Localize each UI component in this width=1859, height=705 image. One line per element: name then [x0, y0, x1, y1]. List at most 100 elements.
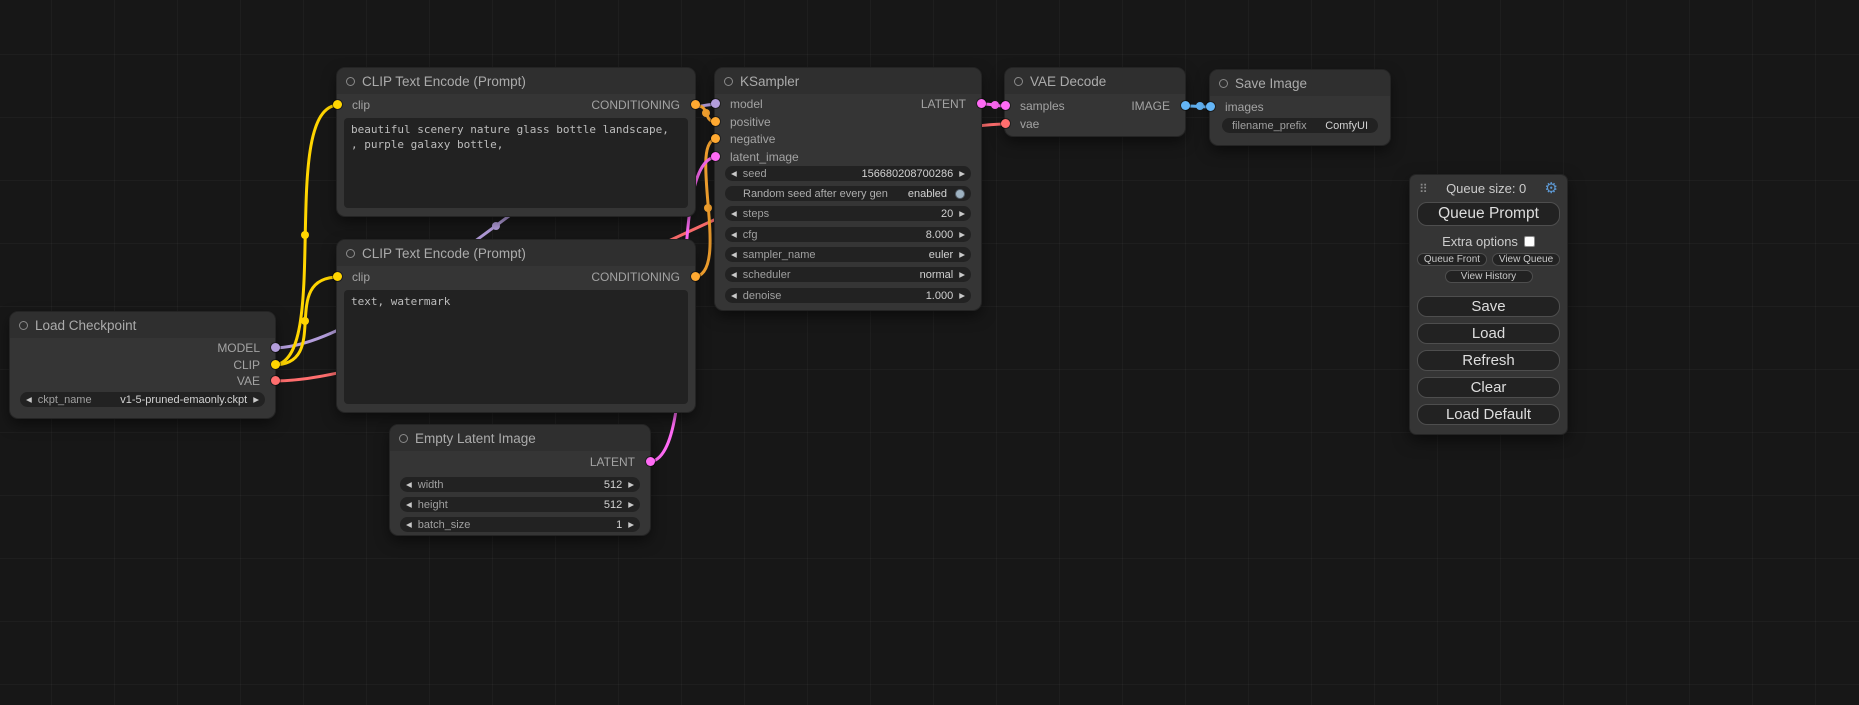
decrement-arrow-icon[interactable]: ◀ — [731, 292, 737, 300]
increment-arrow-icon[interactable]: ▶ — [959, 292, 965, 300]
node-graph-canvas[interactable]: Load Checkpoint MODEL CLIP VAE ◀ ckpt_na… — [0, 0, 1859, 705]
load-default-button[interactable]: Load Default — [1417, 404, 1560, 425]
widget-ckpt-name[interactable]: ◀ ckpt_name v1-5-pruned-emaonly.ckpt ▶ — [20, 392, 265, 407]
save-button[interactable]: Save — [1417, 296, 1560, 317]
increment-arrow-icon[interactable]: ▶ — [959, 170, 965, 178]
output-slot-vae[interactable] — [271, 376, 280, 385]
node-title-bar[interactable]: Empty Latent Image — [390, 425, 650, 451]
increment-arrow-icon[interactable]: ▶ — [628, 501, 634, 509]
drag-handle-icon[interactable]: ⠿ — [1419, 183, 1428, 195]
input-slot-latent-image[interactable] — [711, 152, 720, 161]
widget-seed[interactable]: ◀ seed 156680208700286 ▶ — [725, 166, 971, 181]
input-slot-vae[interactable] — [1001, 119, 1010, 128]
widget-value: 512 — [604, 479, 622, 491]
increment-arrow-icon[interactable]: ▶ — [959, 231, 965, 239]
input-slot-clip[interactable] — [333, 100, 342, 109]
output-slot-clip[interactable] — [271, 360, 280, 369]
node-title-bar[interactable]: VAE Decode — [1005, 68, 1185, 94]
decrement-arrow-icon[interactable]: ◀ — [731, 251, 737, 259]
output-slot-latent[interactable] — [646, 457, 655, 466]
widget-scheduler[interactable]: ◀ scheduler normal ▶ — [725, 267, 971, 282]
widget-width[interactable]: ◀ width 512 ▶ — [400, 477, 640, 492]
input-slot-clip[interactable] — [333, 272, 342, 281]
clear-button[interactable]: Clear — [1417, 377, 1560, 398]
node-title-bar[interactable]: KSampler — [715, 68, 981, 94]
decrement-arrow-icon[interactable]: ◀ — [731, 231, 737, 239]
widget-label: sampler_name — [743, 249, 816, 261]
widget-filename-prefix[interactable]: filename_prefix ComfyUI — [1222, 118, 1378, 133]
input-label-latent-image: latent_image — [730, 150, 799, 164]
output-slot-conditioning[interactable] — [691, 100, 700, 109]
increment-arrow-icon[interactable]: ▶ — [959, 271, 965, 279]
node-clip-text-encode-negative[interactable]: CLIP Text Encode (Prompt) clip CONDITION… — [337, 240, 695, 412]
node-ksampler[interactable]: KSampler model positive negative latent_… — [715, 68, 981, 310]
collapse-dot-icon[interactable] — [346, 77, 355, 86]
load-button[interactable]: Load — [1417, 323, 1560, 344]
widget-denoise[interactable]: ◀ denoise 1.000 ▶ — [725, 288, 971, 303]
input-label-positive: positive — [730, 115, 771, 129]
output-label-model: MODEL — [217, 341, 260, 355]
input-slot-positive[interactable] — [711, 117, 720, 126]
widget-label: filename_prefix — [1232, 120, 1307, 132]
node-title-bar[interactable]: CLIP Text Encode (Prompt) — [337, 240, 695, 266]
node-save-image[interactable]: Save Image images filename_prefix ComfyU… — [1210, 70, 1390, 145]
collapse-dot-icon[interactable] — [724, 77, 733, 86]
output-slot-latent[interactable] — [977, 99, 986, 108]
output-slot-conditioning[interactable] — [691, 272, 700, 281]
node-clip-text-encode-positive[interactable]: CLIP Text Encode (Prompt) clip CONDITION… — [337, 68, 695, 216]
decrement-arrow-icon[interactable]: ◀ — [731, 210, 737, 218]
increment-arrow-icon[interactable]: ▶ — [959, 251, 965, 259]
settings-gear-icon[interactable]: ⚙ — [1545, 181, 1558, 196]
node-vae-decode[interactable]: VAE Decode samples vae IMAGE — [1005, 68, 1185, 136]
decrement-arrow-icon[interactable]: ◀ — [26, 396, 32, 404]
input-slot-negative[interactable] — [711, 134, 720, 143]
widget-label: denoise — [743, 290, 782, 302]
widget-batch-size[interactable]: ◀ batch_size 1 ▶ — [400, 517, 640, 532]
decrement-arrow-icon[interactable]: ◀ — [731, 271, 737, 279]
node-title: VAE Decode — [1030, 74, 1106, 89]
comfy-menu-panel[interactable]: ⠿ Queue size: 0 ⚙ Queue Prompt Extra opt… — [1410, 175, 1567, 434]
decrement-arrow-icon[interactable]: ◀ — [406, 501, 412, 509]
collapse-dot-icon[interactable] — [19, 321, 28, 330]
toggle-knob-icon[interactable] — [955, 189, 965, 199]
node-title-bar[interactable]: CLIP Text Encode (Prompt) — [337, 68, 695, 94]
increment-arrow-icon[interactable]: ▶ — [253, 396, 259, 404]
extra-options-checkbox[interactable] — [1524, 236, 1535, 247]
widget-value: enabled — [908, 188, 947, 200]
node-title-bar[interactable]: Save Image — [1210, 70, 1390, 96]
node-empty-latent-image[interactable]: Empty Latent Image LATENT ◀ width 512 ▶ … — [390, 425, 650, 535]
queue-prompt-button[interactable]: Queue Prompt — [1417, 202, 1560, 226]
node-title-bar[interactable]: Load Checkpoint — [10, 312, 275, 338]
refresh-button[interactable]: Refresh — [1417, 350, 1560, 371]
view-history-button[interactable]: View History — [1445, 270, 1533, 283]
input-slot-samples[interactable] — [1001, 101, 1010, 110]
widget-sampler-name[interactable]: ◀ sampler_name euler ▶ — [725, 247, 971, 262]
increment-arrow-icon[interactable]: ▶ — [959, 210, 965, 218]
increment-arrow-icon[interactable]: ▶ — [628, 521, 634, 529]
input-label-images: images — [1225, 100, 1264, 114]
decrement-arrow-icon[interactable]: ◀ — [406, 481, 412, 489]
collapse-dot-icon[interactable] — [399, 434, 408, 443]
widget-random-seed-toggle[interactable]: Random seed after every gen enabled — [725, 186, 971, 201]
collapse-dot-icon[interactable] — [1014, 77, 1023, 86]
node-load-checkpoint[interactable]: Load Checkpoint MODEL CLIP VAE ◀ ckpt_na… — [10, 312, 275, 418]
view-queue-button[interactable]: View Queue — [1492, 253, 1560, 266]
output-slot-image[interactable] — [1181, 101, 1190, 110]
widget-value: 1 — [616, 519, 622, 531]
input-label-model: model — [730, 97, 763, 111]
input-slot-images[interactable] — [1206, 102, 1215, 111]
input-slot-model[interactable] — [711, 99, 720, 108]
prompt-textarea[interactable]: beautiful scenery nature glass bottle la… — [344, 118, 688, 208]
decrement-arrow-icon[interactable]: ◀ — [406, 521, 412, 529]
widget-height[interactable]: ◀ height 512 ▶ — [400, 497, 640, 512]
output-slot-model[interactable] — [271, 343, 280, 352]
collapse-dot-icon[interactable] — [346, 249, 355, 258]
widget-cfg[interactable]: ◀ cfg 8.000 ▶ — [725, 227, 971, 242]
decrement-arrow-icon[interactable]: ◀ — [731, 170, 737, 178]
prompt-textarea[interactable]: text, watermark — [344, 290, 688, 404]
collapse-dot-icon[interactable] — [1219, 79, 1228, 88]
widget-steps[interactable]: ◀ steps 20 ▶ — [725, 206, 971, 221]
increment-arrow-icon[interactable]: ▶ — [628, 481, 634, 489]
node-title: Empty Latent Image — [415, 431, 536, 446]
queue-front-button[interactable]: Queue Front — [1417, 253, 1487, 266]
